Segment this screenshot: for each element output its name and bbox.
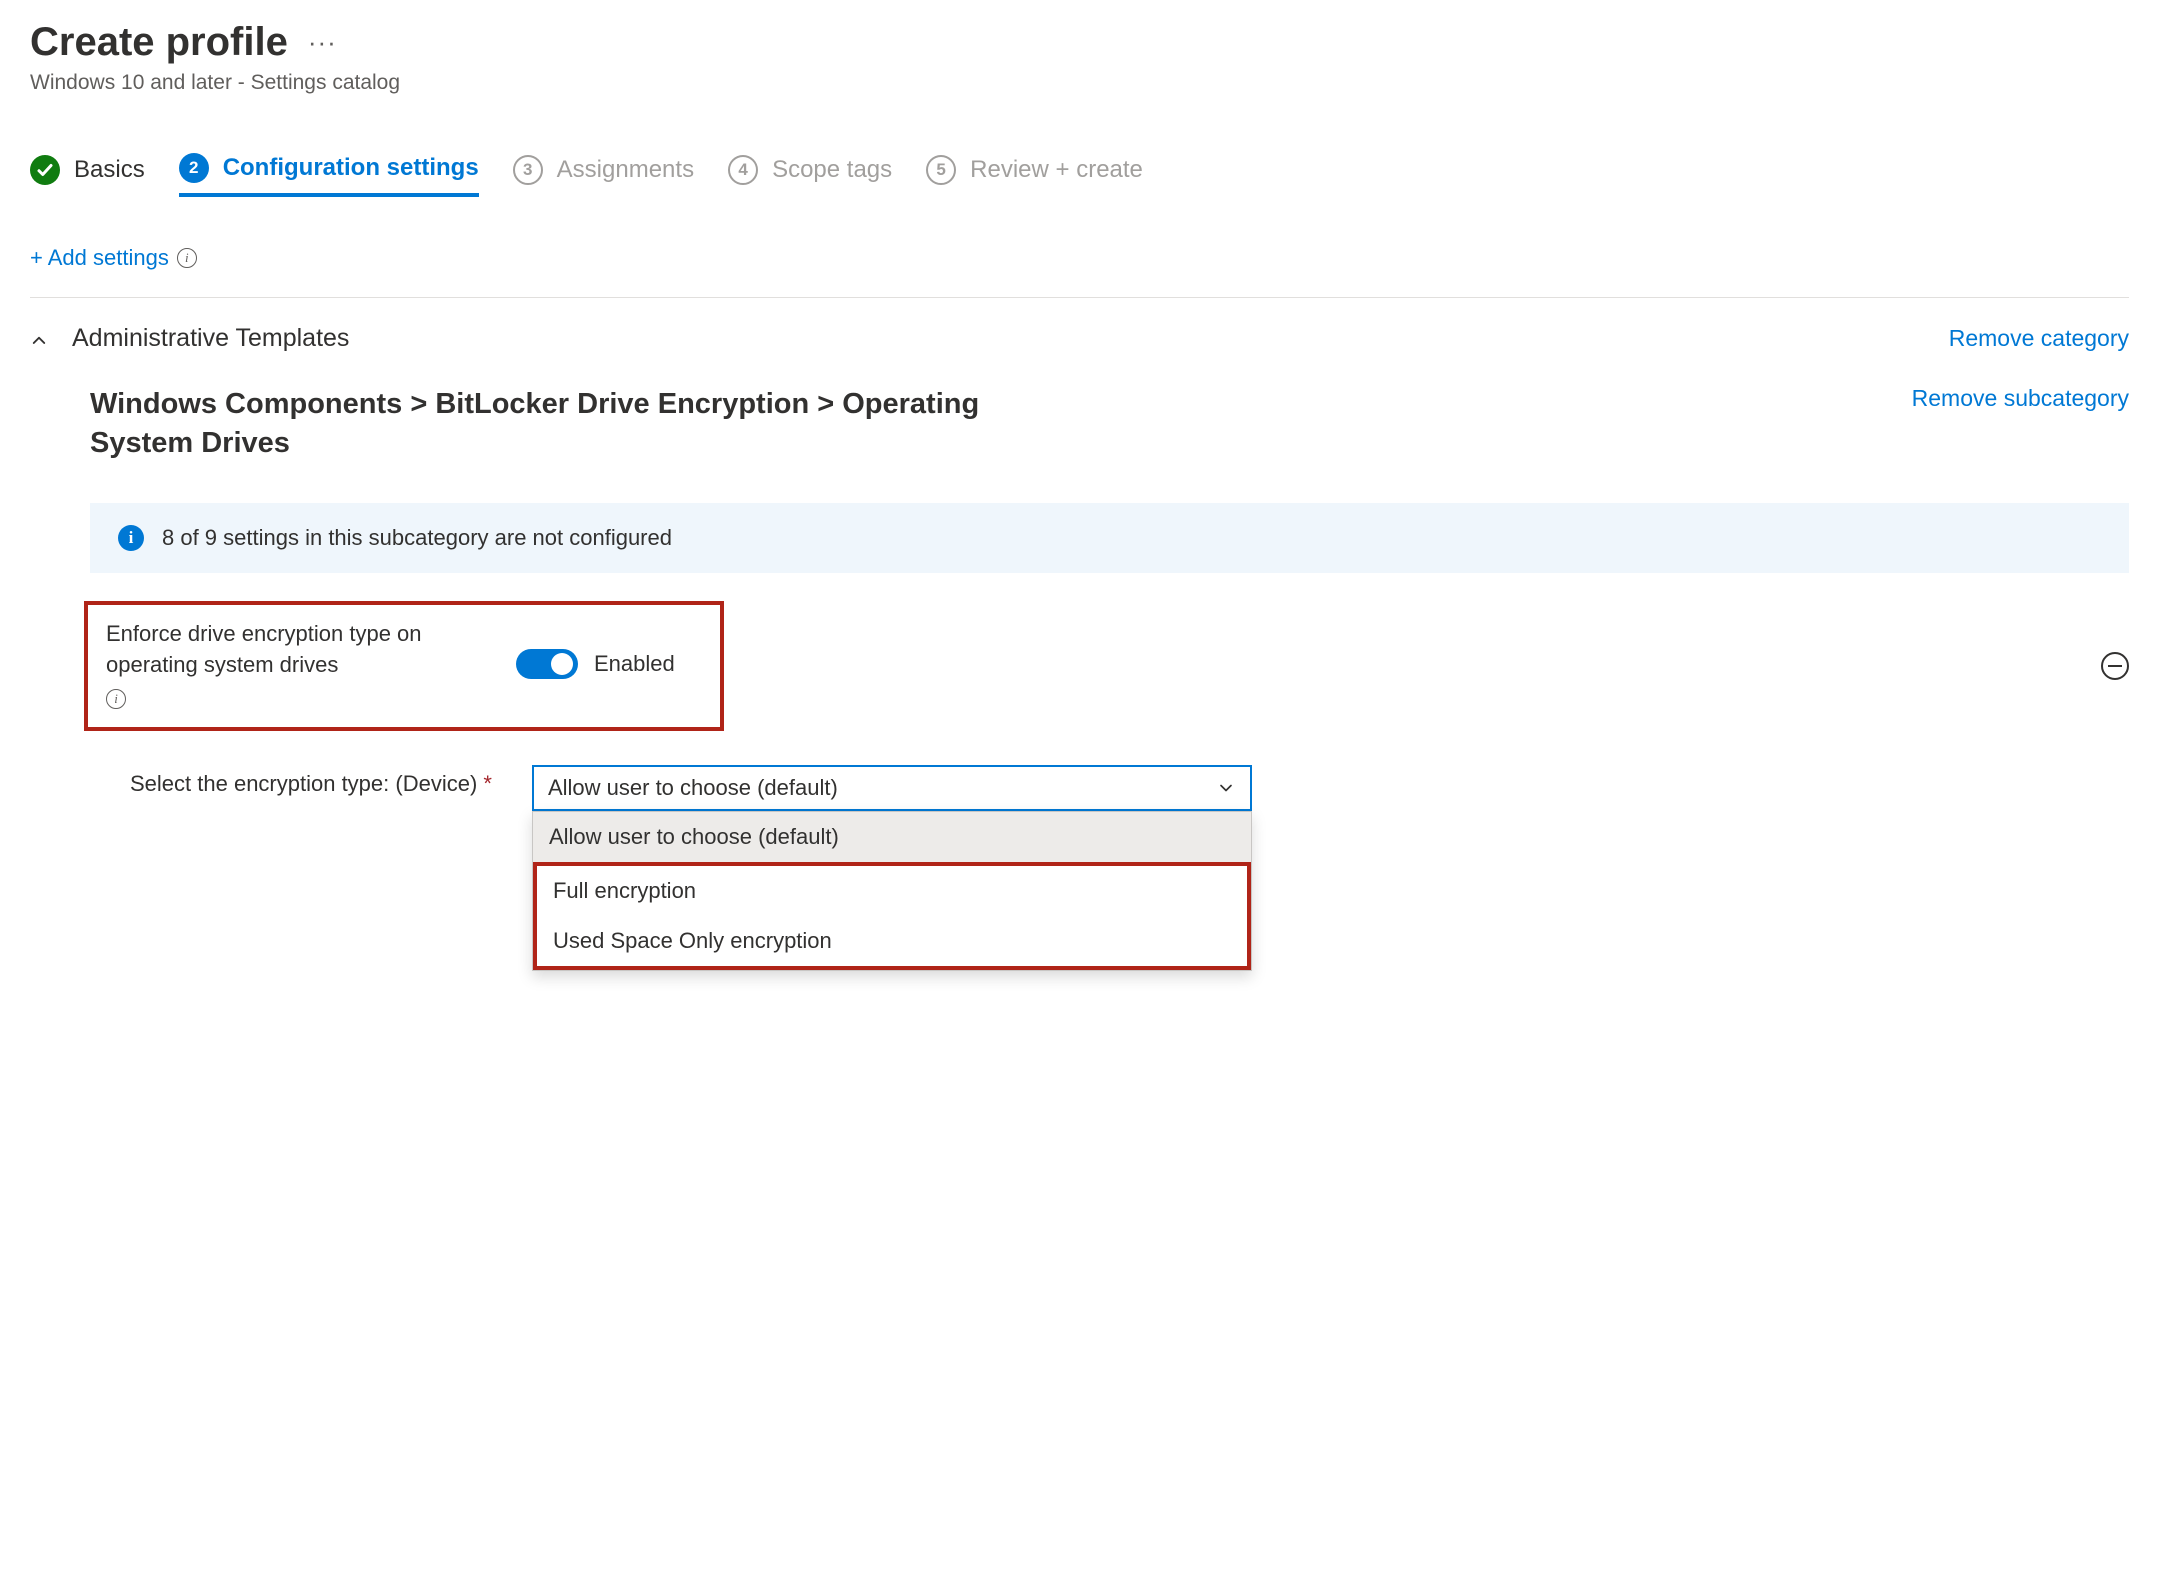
dropdown-selected-value: Allow user to choose (default) — [548, 775, 838, 801]
page-subtitle: Windows 10 and later - Settings catalog — [30, 71, 2129, 95]
step-label: Basics — [74, 156, 145, 184]
encryption-type-label: Select the encryption type: (Device) * — [130, 765, 492, 797]
dropdown-option[interactable]: Allow user to choose (default) — [533, 812, 1251, 862]
step-label: Review + create — [970, 156, 1143, 184]
chevron-up-icon[interactable] — [30, 329, 50, 349]
step-number-icon: 4 — [728, 155, 758, 185]
dropdown-option[interactable]: Full encryption — [537, 866, 1247, 916]
remove-category-link[interactable]: Remove category — [1949, 325, 2129, 352]
step-assignments[interactable]: 3 Assignments — [513, 155, 694, 195]
highlighted-options-box: Full encryption Used Space Only encrypti… — [533, 862, 1251, 970]
page-title: Create profile — [30, 20, 288, 65]
divider — [30, 297, 2129, 298]
info-icon: i — [118, 525, 144, 551]
toggle-state-label: Enabled — [594, 651, 675, 677]
wizard-stepper: Basics 2 Configuration settings 3 Assign… — [30, 153, 2129, 197]
required-marker: * — [483, 771, 492, 796]
step-number-icon: 3 — [513, 155, 543, 185]
enforce-encryption-toggle[interactable] — [516, 649, 578, 679]
step-label: Scope tags — [772, 156, 892, 184]
dropdown-option[interactable]: Used Space Only encryption — [537, 916, 1247, 966]
add-settings-button[interactable]: + Add settings i — [30, 245, 2129, 271]
remove-setting-button[interactable] — [2101, 652, 2129, 680]
step-number-icon: 2 — [179, 153, 209, 183]
subcategory-title: Windows Components > BitLocker Drive Enc… — [90, 385, 990, 463]
info-icon[interactable]: i — [177, 248, 197, 268]
step-scope-tags[interactable]: 4 Scope tags — [728, 155, 892, 195]
add-settings-label: + Add settings — [30, 245, 169, 271]
step-label: Assignments — [557, 156, 694, 184]
category-title: Administrative Templates — [72, 324, 349, 353]
step-review-create[interactable]: 5 Review + create — [926, 155, 1143, 195]
info-banner: i 8 of 9 settings in this subcategory ar… — [90, 503, 2129, 573]
step-configuration-settings[interactable]: 2 Configuration settings — [179, 153, 479, 197]
chevron-down-icon — [1216, 778, 1236, 798]
step-label: Configuration settings — [223, 154, 479, 182]
encryption-type-dropdown[interactable]: Allow user to choose (default) — [532, 765, 1252, 811]
step-basics[interactable]: Basics — [30, 155, 145, 195]
step-number-icon: 5 — [926, 155, 956, 185]
setting-label: Enforce drive encryption type on operati… — [106, 619, 436, 681]
remove-subcategory-link[interactable]: Remove subcategory — [1912, 385, 2129, 412]
check-icon — [30, 155, 60, 185]
info-icon[interactable]: i — [106, 689, 126, 709]
minus-icon — [2108, 665, 2122, 667]
dropdown-menu: Allow user to choose (default) Full encr… — [532, 811, 1252, 971]
info-banner-text: 8 of 9 settings in this subcategory are … — [162, 525, 672, 551]
highlighted-setting-box: Enforce drive encryption type on operati… — [84, 601, 724, 731]
toggle-knob — [551, 653, 573, 675]
more-actions-icon[interactable]: ··· — [308, 27, 337, 58]
